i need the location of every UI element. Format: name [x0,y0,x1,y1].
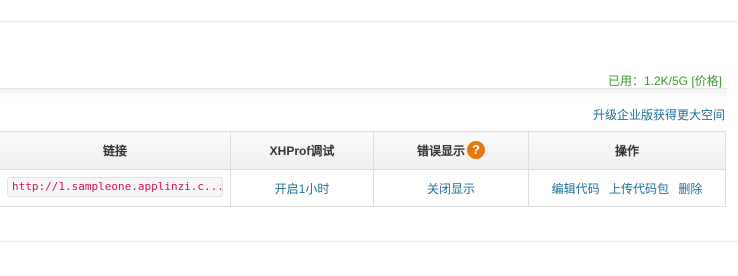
table-row: http://1.sampleone.applinzi.c... 开启1小时 关… [0,169,726,207]
column-header-ops-label: 操作 [614,144,639,158]
question-mark-icon[interactable]: ? [467,141,485,160]
top-divider [0,21,738,22]
delete-link[interactable]: 删除 [678,182,702,196]
table-header-row: 链接 XHProf调试 错误显示? 操作 [0,131,726,170]
storage-usage: 已用：1.2K/5G [价格] [608,72,722,89]
cell-xhprof: 开启1小时 [230,169,374,207]
upgrade-enterprise-link[interactable]: 升级企业版获得更大空间 [593,106,725,123]
version-table: 链接 XHProf调试 错误显示? 操作 http://1.sampleone.… [0,131,726,207]
cell-ops: 编辑代码 上传代码包 删除 [528,169,726,207]
bottom-divider [0,241,738,242]
section-divider [0,88,727,97]
column-header-xhprof-label: XHProf调试 [269,144,335,158]
price-link[interactable]: [价格] [691,74,722,88]
cell-error-display: 关闭显示 [373,169,529,207]
edit-code-link[interactable]: 编辑代码 [552,182,600,196]
disable-error-display-link[interactable]: 关闭显示 [427,182,475,196]
cell-url: http://1.sampleone.applinzi.c... [0,169,231,207]
column-header-link-label: 链接 [102,144,127,158]
code-management-panel: 已用：1.2K/5G [价格] 升级企业版获得更大空间 链接 XHProf调试 … [0,0,738,276]
column-header-error-display-label: 错误显示 [416,143,465,158]
app-url-link[interactable]: http://1.sampleone.applinzi.c... [7,176,223,197]
storage-usage-label: 已用：1.2K/5G [607,74,688,88]
enable-xhprof-1-hour-link[interactable]: 开启1小时 [275,182,330,196]
column-header-xhprof: XHProf调试 [230,131,374,170]
column-header-link: 链接 [0,131,231,170]
column-header-error-display: 错误显示? [373,131,529,170]
column-header-ops: 操作 [528,131,726,170]
upload-code-package-link[interactable]: 上传代码包 [609,182,669,196]
